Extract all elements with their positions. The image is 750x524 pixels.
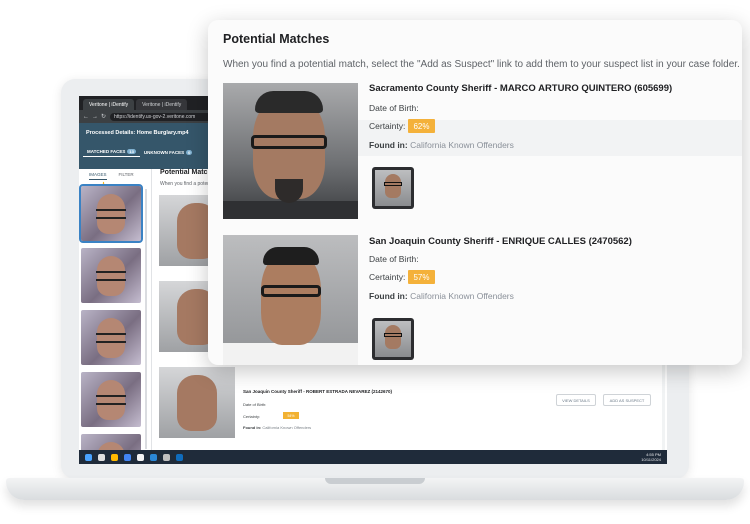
dob-label: Date of Birth: [369, 254, 419, 264]
certainty-label: Certainty: [369, 272, 406, 282]
certainty-badge: 62% [408, 119, 435, 133]
browser-tab-1[interactable]: Veritone | iDentify [83, 99, 135, 110]
tab-label: MATCHED FACES [87, 149, 126, 154]
found-in-label: Found in: [369, 291, 408, 301]
back-icon[interactable]: ← [83, 114, 89, 120]
match-name: Sacramento County Sheriff - MARCO ARTURO… [369, 83, 673, 94]
match-photo[interactable] [223, 83, 358, 219]
search-icon[interactable] [98, 453, 105, 461]
taskbar: 4:55 PM 10/11/2024 [79, 450, 667, 464]
tab-matched-faces[interactable]: MATCHED FACES 13 [83, 147, 140, 157]
found-in-value: California Known Offenders [262, 425, 312, 430]
count-badge: 0 [186, 149, 193, 155]
left-scrollbar[interactable] [145, 189, 147, 449]
certainty-label: Certainty: [369, 121, 406, 131]
found-in-label: Found in: [243, 425, 262, 430]
face-thumbnail-list [79, 184, 145, 464]
add-as-suspect-button[interactable]: ADD AS SUSPECT [603, 394, 651, 406]
found-in-label: Found in: [369, 140, 408, 150]
count-badge: 13 [127, 149, 136, 154]
tab-images[interactable]: IMAGES [89, 172, 107, 180]
match-photo[interactable] [159, 367, 235, 438]
found-in-row: Found in: California Known Offenders [369, 291, 514, 301]
laptop-notch [325, 478, 425, 484]
potential-matches-card: Potential Matches When you find a potent… [208, 20, 742, 365]
dob-label: Date of Birth: [243, 402, 267, 407]
tab-filter[interactable]: FILTER [119, 172, 134, 180]
left-tabs: IMAGES FILTER [79, 169, 151, 180]
found-in-value: California Known Offenders [410, 291, 514, 301]
start-icon[interactable] [85, 453, 92, 461]
forward-icon[interactable]: → [92, 114, 98, 120]
found-in-row: Found in: California Known Offenders [243, 425, 311, 430]
app-icon[interactable] [163, 453, 170, 461]
face-thumbnail[interactable] [81, 310, 141, 365]
found-in-value: California Known Offenders [410, 140, 514, 150]
certainty-badge: 54% [283, 412, 299, 419]
app-icon[interactable] [150, 453, 157, 461]
view-details-button[interactable]: VIEW DETAILS [556, 394, 596, 406]
found-in-row: Found in: California Known Offenders [369, 140, 514, 150]
match-name: San Joaquin County Sheriff - ENRIQUE CAL… [369, 236, 632, 247]
tab-label: UNKNOWN FACES [143, 149, 185, 155]
processed-details-title: Processed Details: Home Burglary.mp4 [86, 130, 189, 136]
browser-tab-2[interactable]: Veritone | iDentify [136, 99, 188, 110]
source-face-thumbnail[interactable] [372, 167, 414, 209]
face-thumbnail[interactable] [81, 372, 141, 427]
source-face-thumbnail[interactable] [372, 318, 414, 360]
reload-icon[interactable]: ↻ [101, 113, 107, 120]
system-clock[interactable]: 4:55 PM 10/11/2024 [641, 452, 661, 462]
certainty-label: Certainty: [243, 414, 261, 419]
match-photo[interactable] [223, 235, 358, 365]
chrome-icon[interactable] [124, 453, 131, 461]
face-thumbnail[interactable] [79, 184, 143, 243]
certainty-badge: 57% [408, 270, 435, 284]
app-icon[interactable] [176, 453, 183, 461]
tab-unknown-faces[interactable]: UNKNOWN FACES 0 [140, 147, 196, 157]
folder-icon[interactable] [111, 453, 118, 461]
left-pane: IMAGES FILTER ☝ [79, 169, 152, 464]
app-icon[interactable] [137, 453, 144, 461]
clock-date: 10/11/2024 [641, 457, 661, 462]
dob-label: Date of Birth: [369, 103, 419, 113]
match-name: San Joaquin County Sheriff - ROBERT ESTR… [243, 389, 393, 394]
page-title: Potential Matches [223, 32, 330, 46]
face-thumbnail[interactable] [81, 248, 141, 303]
face-subtabs: MATCHED FACES 13 UNKNOWN FACES 0 [83, 147, 196, 157]
instructions-text: When you find a potential match, select … [223, 59, 740, 70]
